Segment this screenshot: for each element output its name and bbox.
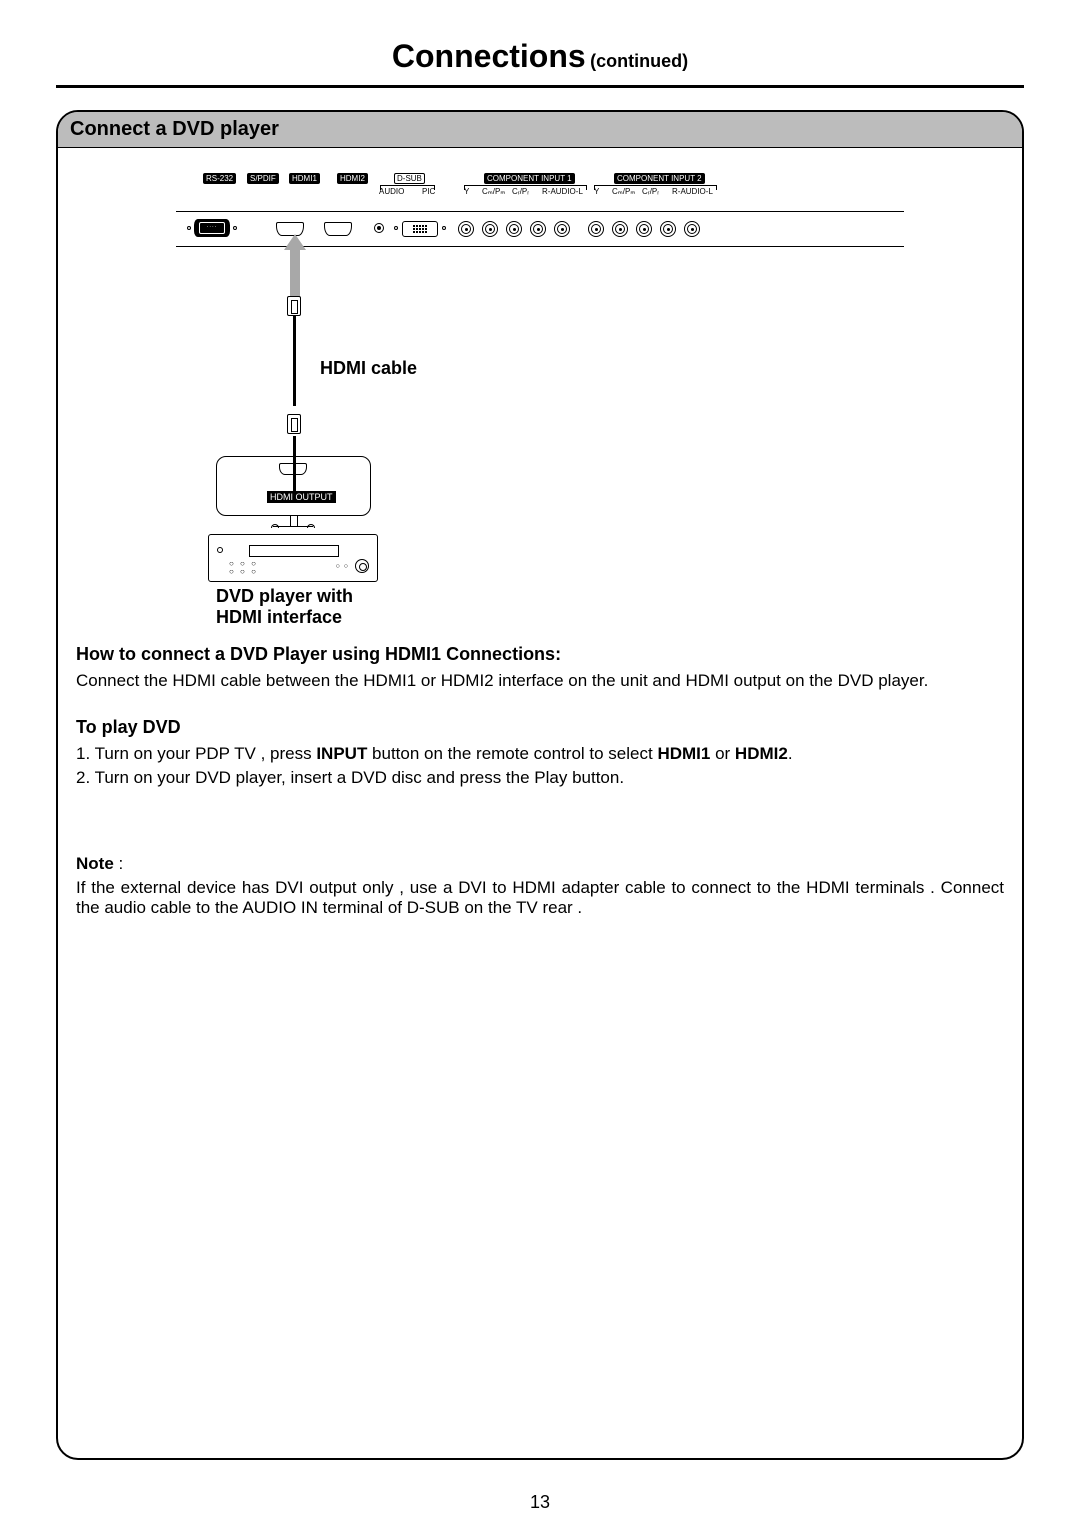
play1-b3: HDMI2 — [735, 744, 788, 763]
front-buttons-icon: ○ ○ — [336, 563, 349, 570]
comp2-audio: R-AUDIO-L — [672, 187, 713, 196]
dsub-bracket — [380, 185, 435, 186]
stand-icon — [273, 516, 313, 530]
front-dots-icon: ○ ○ ○ — [229, 567, 258, 576]
hdmi-plug-icon — [287, 296, 301, 316]
label-audio: AUDIO — [379, 187, 404, 196]
dvd-caption: DVD player with HDMI interface — [216, 586, 353, 627]
label-comp2: COMPONENT INPUT 2 — [614, 173, 705, 184]
howto-body: Connect the HDMI cable between the HDMI1… — [76, 671, 1004, 691]
label-rs232: RS-232 — [203, 173, 236, 184]
page-number: 13 — [0, 1492, 1080, 1513]
dvd-player-icon: ○ ○ ○ ○ ○ ○ ○ ○ — [208, 534, 378, 582]
vga-port-icon — [402, 221, 438, 237]
play1-b2: HDMI1 — [657, 744, 710, 763]
cable-line-icon — [293, 316, 296, 406]
title-main: Connections — [392, 38, 586, 74]
disc-tray-icon — [249, 545, 339, 557]
play-step-2: 2. Turn on your DVD player, insert a DVD… — [76, 768, 1004, 788]
rca-port-icon — [458, 221, 474, 237]
comp2-cr: Cᵣ/Pᵣ — [642, 187, 659, 196]
hdmi-output-label: HDMI OUTPUT — [267, 491, 336, 503]
comp1-audio: R-AUDIO-L — [542, 187, 583, 196]
note-colon: : — [114, 854, 123, 873]
rca-port-icon — [530, 221, 546, 237]
rca-port-icon — [554, 221, 570, 237]
connection-diagram: RS-232 S/PDIF HDMI1 HDMI2 D-SUB AUDIO PI… — [175, 166, 905, 626]
comp1-cb: Cₘ/Pₘ — [482, 187, 505, 196]
comp1-cr: Cᵣ/Pᵣ — [512, 187, 529, 196]
section-header: Connect a DVD player — [58, 112, 1022, 148]
rca-port-icon — [612, 221, 628, 237]
dvd-caption-line1: DVD player with — [216, 586, 353, 606]
play1-mid: button on the remote control to select — [367, 744, 657, 763]
comp2-y: Y — [594, 187, 599, 196]
tv-monitor-icon: HDMI OUTPUT — [216, 456, 371, 516]
rca-port-icon — [660, 221, 676, 237]
comp2-bracket — [594, 185, 717, 186]
page-title: Connections (continued) — [56, 38, 1024, 88]
howto-heading: How to connect a DVD Player using HDMI1 … — [76, 644, 1004, 665]
hdmi-output-port-icon — [279, 463, 307, 475]
power-led-icon — [217, 547, 223, 553]
rca-port-icon — [506, 221, 522, 237]
play1-pre: 1. Turn on your PDP TV , press — [76, 744, 316, 763]
comp1-bracket — [464, 185, 587, 186]
rca-port-icon — [588, 221, 604, 237]
play-step-1: 1. Turn on your PDP TV , press INPUT but… — [76, 744, 1004, 764]
hdmi-plug-icon — [287, 414, 301, 434]
screw-icon — [394, 226, 398, 230]
connection-arrow-icon — [290, 248, 300, 300]
label-pic: PIC — [422, 187, 435, 196]
rca-port-icon — [684, 221, 700, 237]
note-label: Note — [76, 854, 114, 873]
label-comp1: COMPONENT INPUT 1 — [484, 173, 575, 184]
body-text: How to connect a DVD Player using HDMI1 … — [58, 644, 1022, 918]
hdmi2-port-icon — [324, 222, 352, 236]
hdmi-cable-label: HDMI cable — [320, 358, 417, 379]
content-frame: Connect a DVD player RS-232 S/PDIF HDMI1… — [56, 110, 1024, 1460]
label-spdif: S/PDIF — [247, 173, 279, 184]
play1-end: . — [788, 744, 793, 763]
screw-icon — [442, 226, 446, 230]
play1-b1: INPUT — [316, 744, 367, 763]
label-dsub: D-SUB — [394, 173, 425, 184]
screw-icon — [233, 226, 237, 230]
front-knob-icon — [355, 559, 369, 573]
dvd-caption-line2: HDMI interface — [216, 607, 342, 627]
title-sub: (continued) — [590, 51, 688, 71]
play-heading: To play DVD — [76, 717, 1004, 738]
play1-or: or — [710, 744, 735, 763]
rs232-port-icon: ∙∙∙∙ — [194, 219, 230, 237]
port-labels-row: RS-232 S/PDIF HDMI1 HDMI2 D-SUB AUDIO PI… — [188, 173, 904, 203]
rca-port-icon — [482, 221, 498, 237]
note-line: Note : — [76, 854, 1004, 874]
comp1-y: Y — [464, 187, 469, 196]
audio-jack-icon — [374, 223, 384, 233]
rca-port-icon — [636, 221, 652, 237]
label-hdmi2: HDMI2 — [337, 173, 368, 184]
label-hdmi1: HDMI1 — [289, 173, 320, 184]
note-body: If the external device has DVI output on… — [76, 878, 1004, 918]
comp2-cb: Cₘ/Pₘ — [612, 187, 635, 196]
screw-icon — [187, 226, 191, 230]
